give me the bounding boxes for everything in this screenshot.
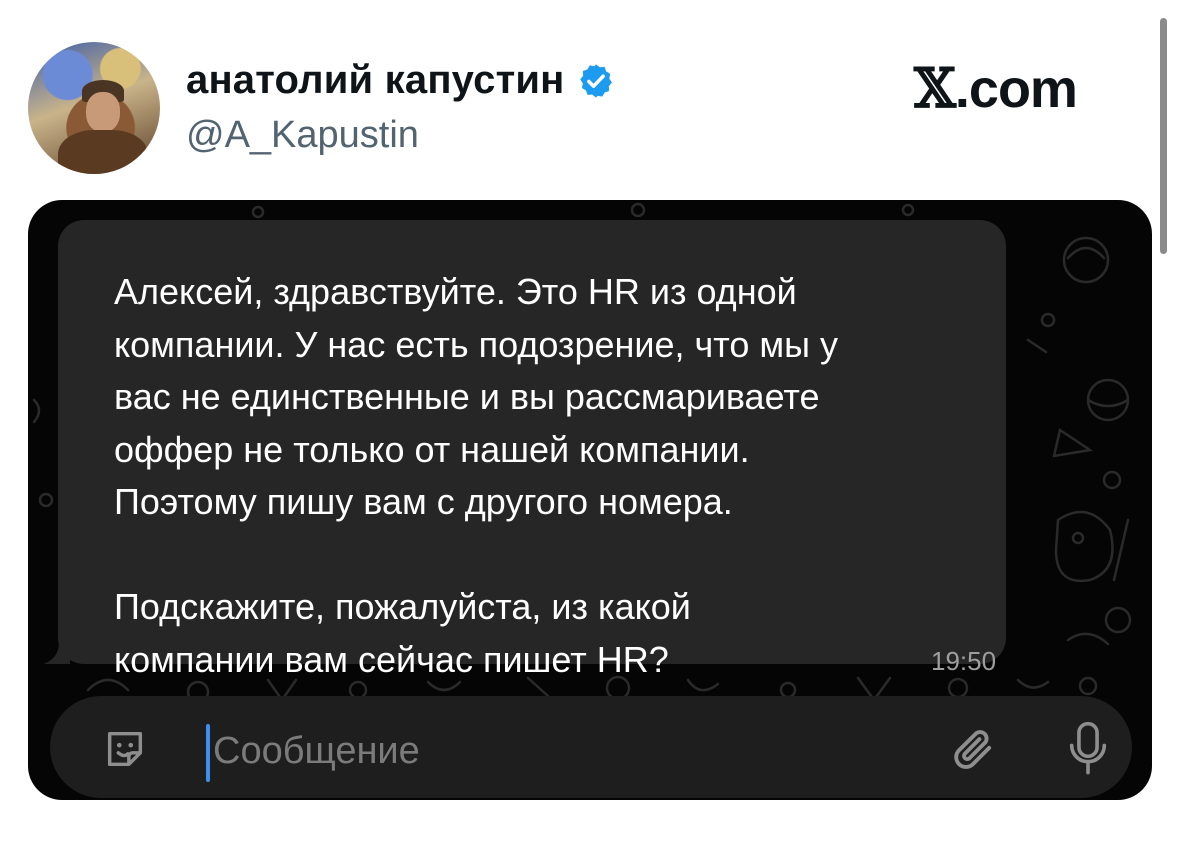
tweet-header: анатолий капустин @A_Kapustin 𝕏.com — [0, 0, 1179, 254]
text-cursor — [206, 724, 210, 782]
message-input-bar[interactable]: Сообщение — [50, 696, 1132, 798]
message-bubble[interactable]: Алексей, здравствуйте. Это HR из одной к… — [58, 220, 1006, 680]
avatar[interactable] — [28, 42, 160, 174]
user-handle[interactable]: @A_Kapustin — [186, 114, 419, 157]
microphone-icon[interactable] — [1066, 720, 1110, 778]
message-input-placeholder[interactable]: Сообщение — [213, 730, 420, 773]
message-timestamp: 19:50 — [931, 646, 997, 676]
name-row: анатолий капустин — [186, 58, 615, 103]
message-text: Алексей, здравствуйте. Это HR из одной к… — [114, 271, 838, 680]
display-name[interactable]: анатолий капустин — [186, 58, 565, 103]
x-logo-domain: .com — [954, 59, 1078, 119]
avatar-face-shape — [86, 92, 120, 132]
page-scrollbar[interactable] — [1160, 18, 1167, 254]
x-logo-icon: 𝕏 — [914, 56, 956, 120]
avatar-body-shape — [58, 130, 148, 174]
chat-screenshot: Алексей, здравствуйте. Это HR из одной к… — [28, 200, 1152, 800]
x-com-logo: 𝕏.com — [914, 56, 1078, 120]
sticker-icon[interactable] — [102, 726, 148, 772]
paperclip-icon[interactable] — [948, 724, 1000, 776]
verified-badge-icon — [579, 63, 612, 98]
